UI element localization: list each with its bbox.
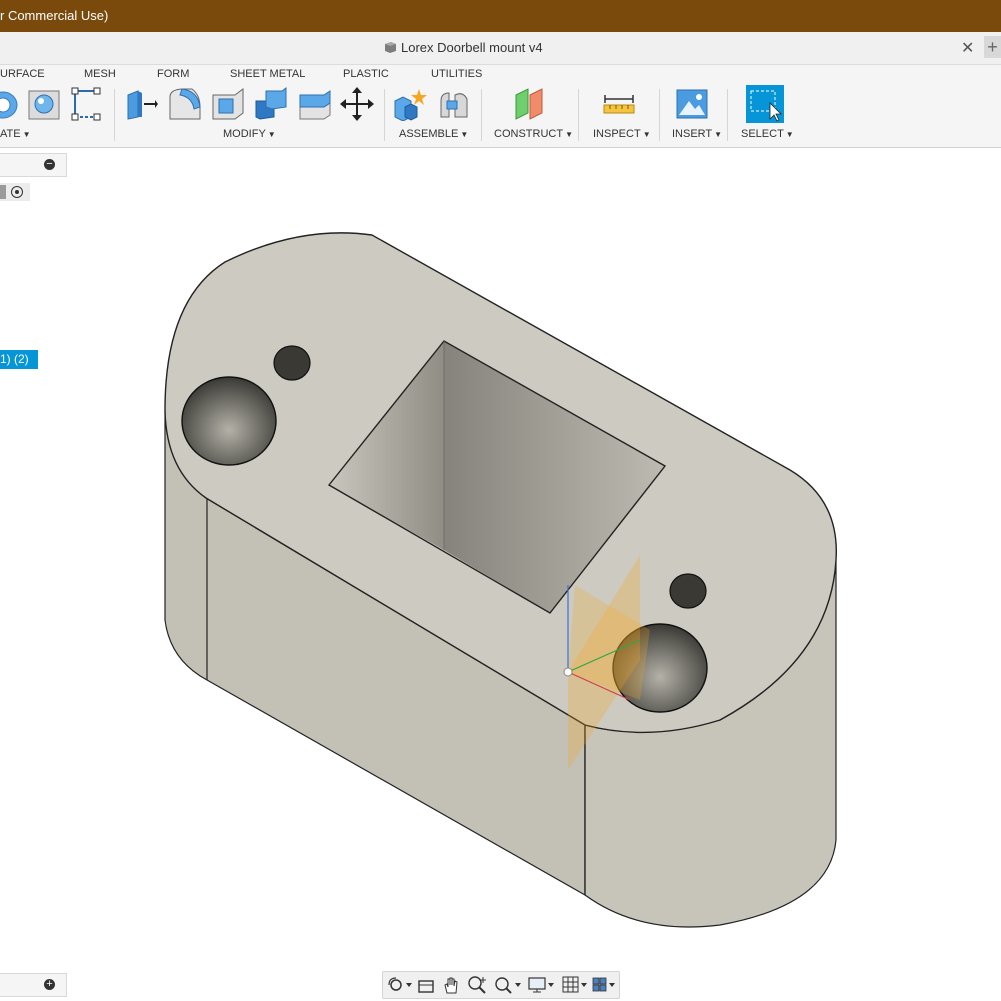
- create-menu[interactable]: ATE ▼: [0, 128, 31, 140]
- viewports-icon[interactable]: [591, 975, 617, 995]
- joint-icon[interactable]: [437, 87, 471, 121]
- tab-plastic[interactable]: PLASTIC: [343, 68, 389, 80]
- canvas-viewport[interactable]: [0, 148, 1001, 968]
- hole-icon[interactable]: [27, 87, 61, 121]
- small-hole-right: [669, 573, 707, 609]
- offset-face-icon[interactable]: [298, 87, 332, 121]
- document-tab[interactable]: Lorex Doorbell mount v4: [384, 40, 543, 55]
- shell-icon[interactable]: [211, 87, 245, 121]
- fillet-icon[interactable]: [168, 87, 202, 121]
- separator: [481, 89, 482, 141]
- browser-tree-row[interactable]: [0, 183, 30, 201]
- inspect-menu[interactable]: INSPECT ▼: [593, 128, 651, 140]
- move-icon[interactable]: [340, 87, 374, 121]
- sketch-dimension-icon[interactable]: [69, 87, 103, 121]
- activate-radio-icon[interactable]: [11, 186, 23, 198]
- document-title: Lorex Doorbell mount v4: [401, 40, 543, 55]
- orbit-icon[interactable]: [386, 975, 414, 995]
- pan-icon[interactable]: [441, 975, 461, 995]
- separator: [578, 89, 579, 141]
- look-at-icon[interactable]: [416, 975, 436, 995]
- close-tab-icon[interactable]: ✕: [961, 38, 974, 58]
- construct-menu[interactable]: CONSTRUCT ▼: [494, 128, 573, 140]
- modify-menu[interactable]: MODIFY ▼: [223, 128, 276, 140]
- select-window-icon[interactable]: [746, 85, 784, 123]
- tab-form[interactable]: FORM: [157, 68, 189, 80]
- large-hole-left: [181, 376, 277, 466]
- new-tab-button[interactable]: +: [984, 36, 1001, 58]
- assemble-menu[interactable]: ASSEMBLE ▼: [399, 128, 468, 140]
- browser-panel-header: −: [0, 153, 67, 177]
- tab-mesh[interactable]: MESH: [84, 68, 116, 80]
- offset-plane-icon[interactable]: [512, 87, 546, 121]
- collapse-browser-icon[interactable]: −: [44, 159, 55, 170]
- separator: [114, 89, 115, 141]
- tab-sheet-metal[interactable]: SHEET METAL: [230, 68, 305, 80]
- origin-point[interactable]: [563, 667, 573, 677]
- revolve-icon[interactable]: [0, 87, 20, 121]
- navigation-bar: [382, 971, 620, 999]
- separator: [384, 89, 385, 141]
- cube-doc-icon: [385, 42, 396, 53]
- zoom-icon[interactable]: [467, 975, 489, 995]
- comments-panel-header: +: [0, 973, 67, 997]
- ribbon-toolbar: URFACE MESH FORM SHEET METAL PLASTIC UTI…: [0, 65, 1001, 148]
- separator: [727, 89, 728, 141]
- measure-icon[interactable]: [602, 87, 636, 121]
- tab-surface[interactable]: URFACE: [0, 68, 45, 80]
- app-title: r Commercial Use): [0, 8, 109, 23]
- fit-icon[interactable]: [493, 975, 523, 995]
- document-tab-row: Lorex Doorbell mount v4 ✕ +: [0, 32, 1001, 65]
- tab-utilities[interactable]: UTILITIES: [431, 68, 482, 80]
- press-pull-icon[interactable]: [124, 87, 158, 121]
- grid-icon[interactable]: [561, 975, 589, 995]
- insert-menu[interactable]: INSERT ▼: [672, 128, 722, 140]
- separator: [659, 89, 660, 141]
- title-bar: r Commercial Use): [0, 0, 1001, 32]
- visibility-toggle[interactable]: [0, 185, 6, 199]
- browser-selected-item[interactable]: 1) (2): [0, 350, 38, 369]
- small-hole-left: [273, 345, 311, 381]
- display-settings-icon[interactable]: [527, 975, 557, 995]
- add-comment-icon[interactable]: +: [44, 979, 55, 990]
- select-menu[interactable]: SELECT ▼: [741, 128, 794, 140]
- combine-icon[interactable]: [254, 87, 288, 121]
- insert-image-icon[interactable]: [675, 87, 709, 121]
- new-component-icon[interactable]: [393, 87, 427, 121]
